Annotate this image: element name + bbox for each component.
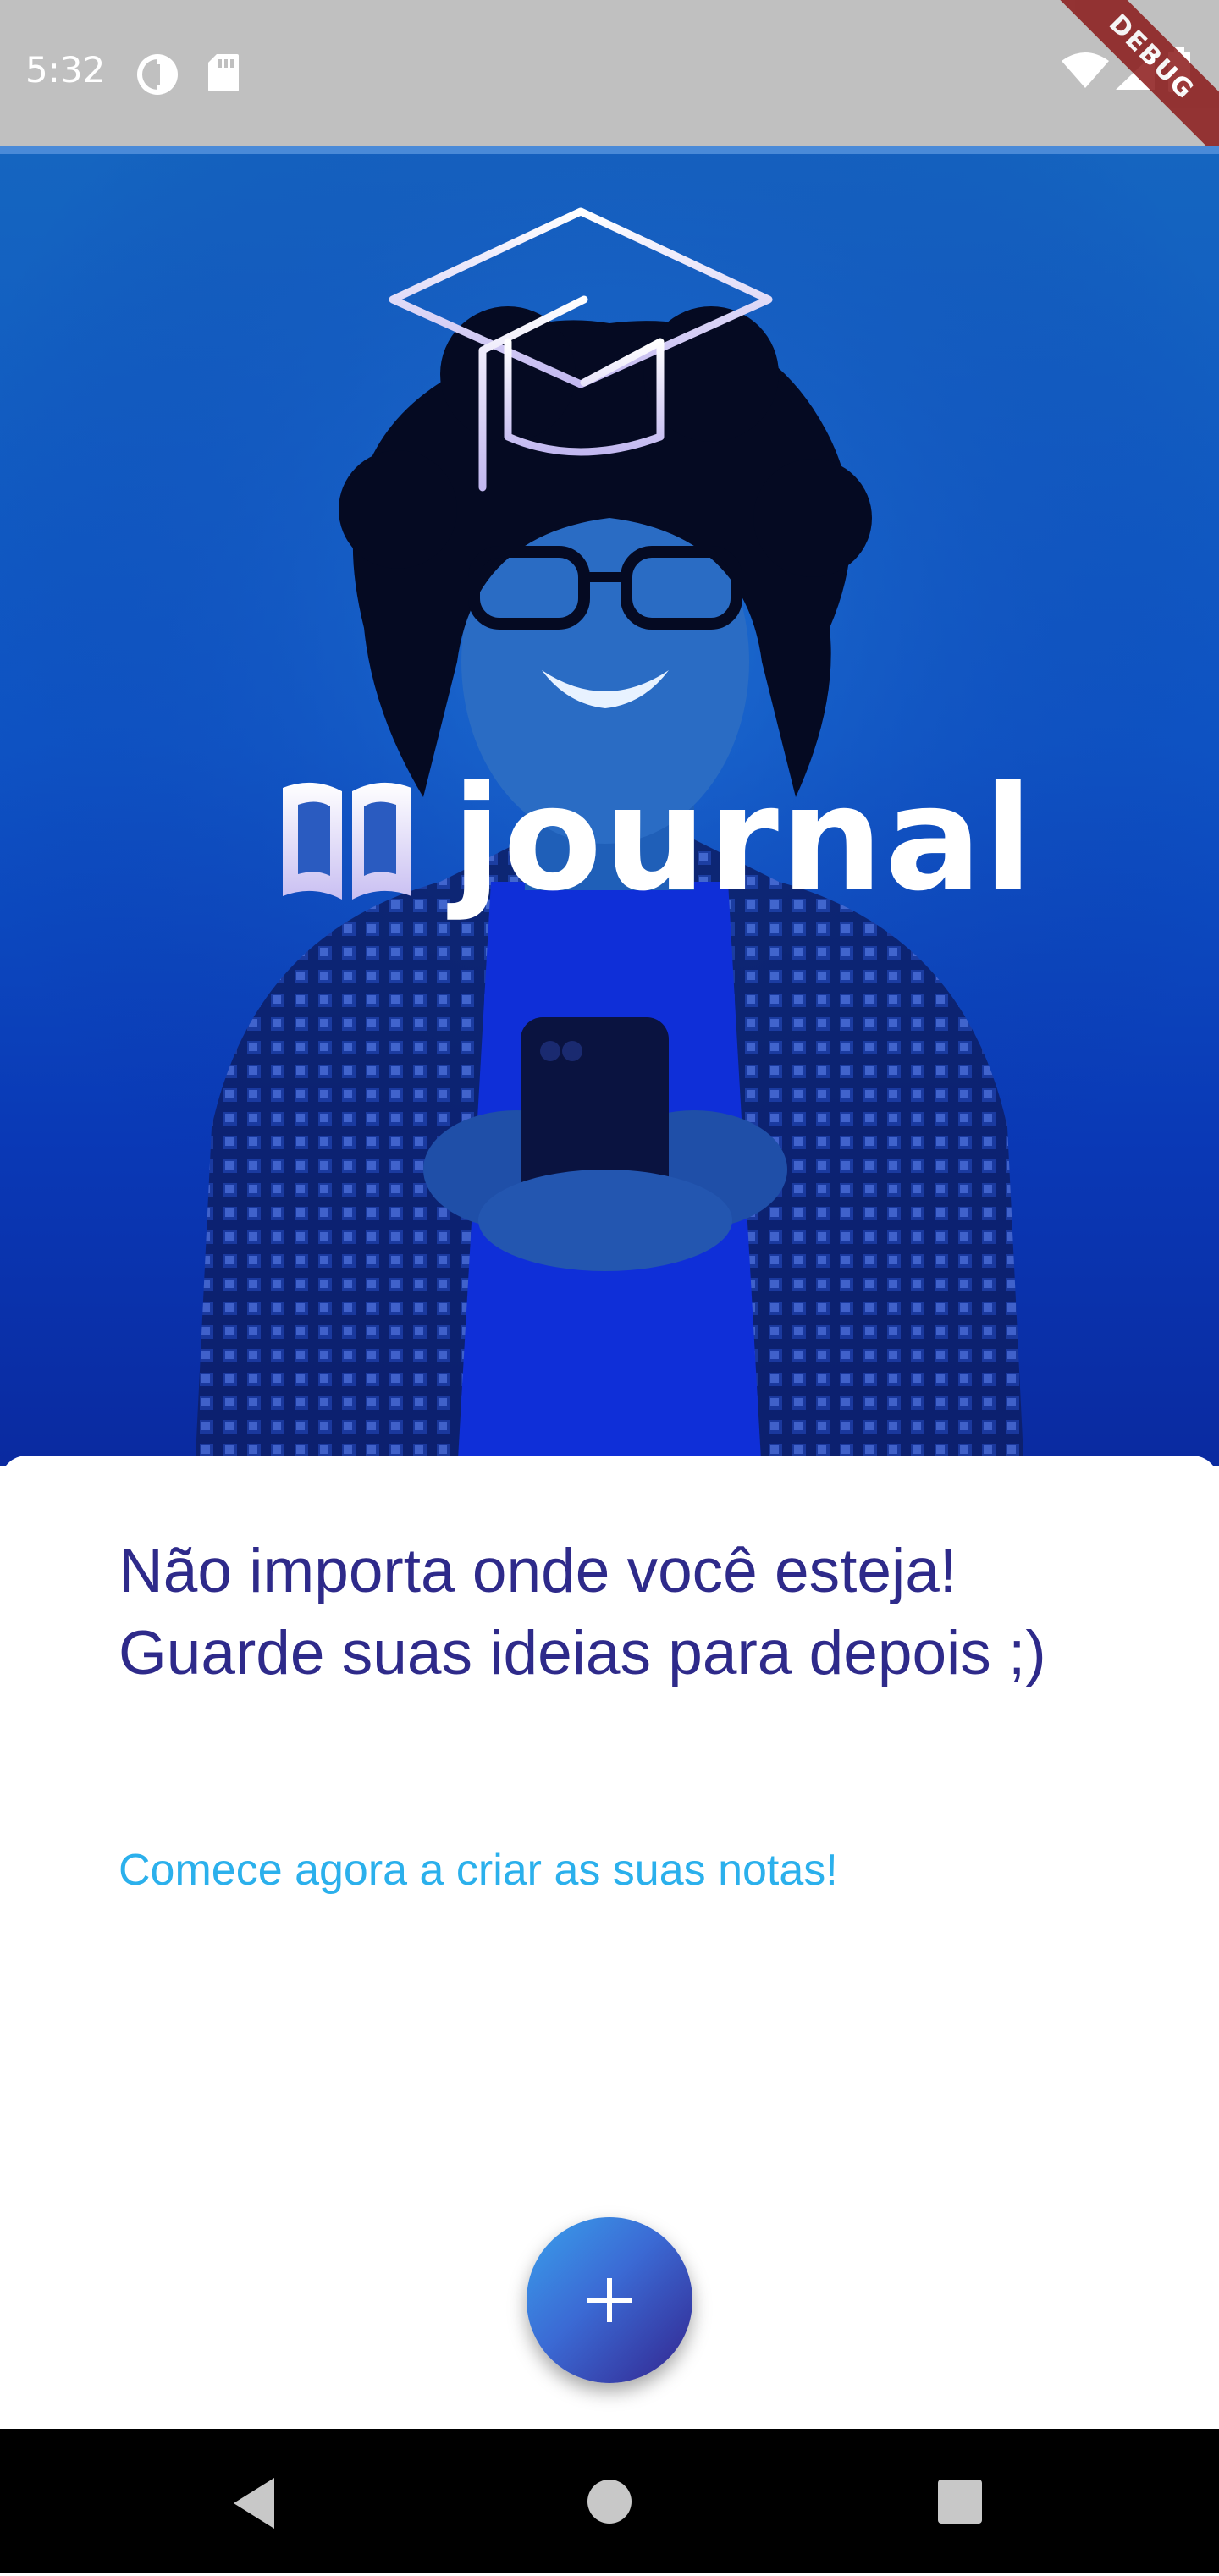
data-saver-icon <box>135 52 179 100</box>
nav-recents-button[interactable] <box>892 2429 1028 2573</box>
status-bar: 5:32 DEBUG <box>0 0 1219 164</box>
brand-name: journal <box>452 756 1034 923</box>
graduation-cap-icon <box>389 207 773 492</box>
open-book-icon <box>283 782 411 900</box>
home-icon <box>587 2480 632 2524</box>
status-time: 5:32 <box>25 49 106 91</box>
nav-back-button[interactable] <box>186 2429 322 2573</box>
wifi-icon <box>1060 51 1111 93</box>
back-icon <box>234 2478 274 2529</box>
sd-card-icon <box>207 52 240 96</box>
nav-home-button[interactable] <box>542 2429 677 2573</box>
recents-icon <box>938 2480 982 2524</box>
card-title: Não importa onde você esteja! Guarde sua… <box>119 1537 1046 1687</box>
brand-logo: journal <box>279 763 1034 916</box>
system-nav-bar <box>0 2429 1219 2573</box>
hero-banner: journal <box>0 146 1219 1466</box>
add-note-button[interactable] <box>527 2217 692 2383</box>
plus-icon <box>587 2278 632 2322</box>
card-subtitle: Comece agora a criar as suas notas! <box>119 1846 838 1895</box>
